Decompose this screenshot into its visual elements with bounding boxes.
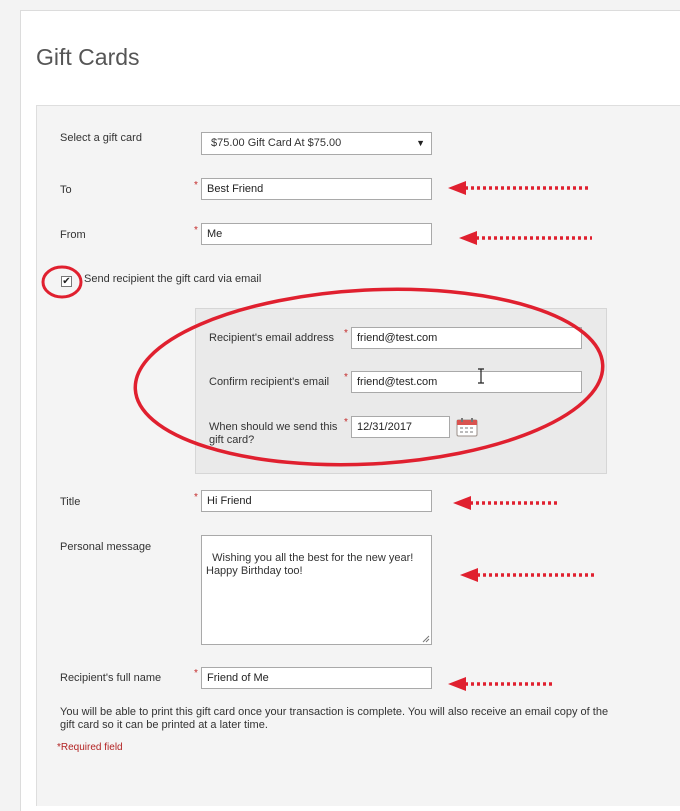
gift-card-select-value: $75.00 Gift Card At $75.00 <box>211 137 342 149</box>
recipient-email-required-marker: * <box>344 328 348 339</box>
full-name-field[interactable]: Friend of Me <box>201 667 432 689</box>
gift-card-select[interactable]: $75.00 Gift Card At $75.00 ▼ <box>201 132 432 155</box>
from-field[interactable]: Me <box>201 223 432 245</box>
to-required-marker: * <box>194 180 198 191</box>
calendar-icon[interactable] <box>456 417 478 437</box>
required-field-note: *Required field <box>57 742 123 753</box>
resize-grip-icon[interactable] <box>422 635 430 643</box>
title-label: Title <box>60 496 81 508</box>
recipient-email-label: Recipient's email address <box>209 332 334 344</box>
send-email-label[interactable]: Send recipient the gift card via email <box>84 273 261 286</box>
print-note: You will be able to print this gift card… <box>60 706 609 731</box>
send-email-checkbox[interactable]: ✔ <box>61 276 72 287</box>
text-cursor-icon <box>478 368 484 384</box>
to-label: To <box>60 184 72 196</box>
page-title: Gift Cards <box>36 44 140 70</box>
title-required-marker: * <box>194 492 198 503</box>
send-date-required-marker: * <box>344 417 348 428</box>
to-field[interactable]: Best Friend <box>201 178 432 200</box>
from-label: From <box>60 229 86 241</box>
recipient-email-field[interactable]: friend@test.com <box>351 327 582 349</box>
title-field[interactable]: Hi Friend <box>201 490 432 512</box>
chevron-down-icon: ▼ <box>416 138 425 148</box>
personal-message-label: Personal message <box>60 541 152 553</box>
full-name-required-marker: * <box>194 668 198 679</box>
select-gift-card-label: Select a gift card <box>60 132 142 144</box>
send-date-label: When should we send this gift card? <box>209 421 338 446</box>
confirm-email-field[interactable]: friend@test.com <box>351 371 582 393</box>
full-name-label: Recipient's full name <box>60 672 162 684</box>
from-required-marker: * <box>194 225 198 236</box>
confirm-email-label: Confirm recipient's email <box>209 376 330 388</box>
personal-message-text: Wishing you all the best for the new yea… <box>206 552 414 577</box>
confirm-email-required-marker: * <box>344 372 348 383</box>
personal-message-textarea[interactable]: Wishing you all the best for the new yea… <box>201 535 432 645</box>
send-date-field[interactable]: 12/31/2017 <box>351 416 450 438</box>
